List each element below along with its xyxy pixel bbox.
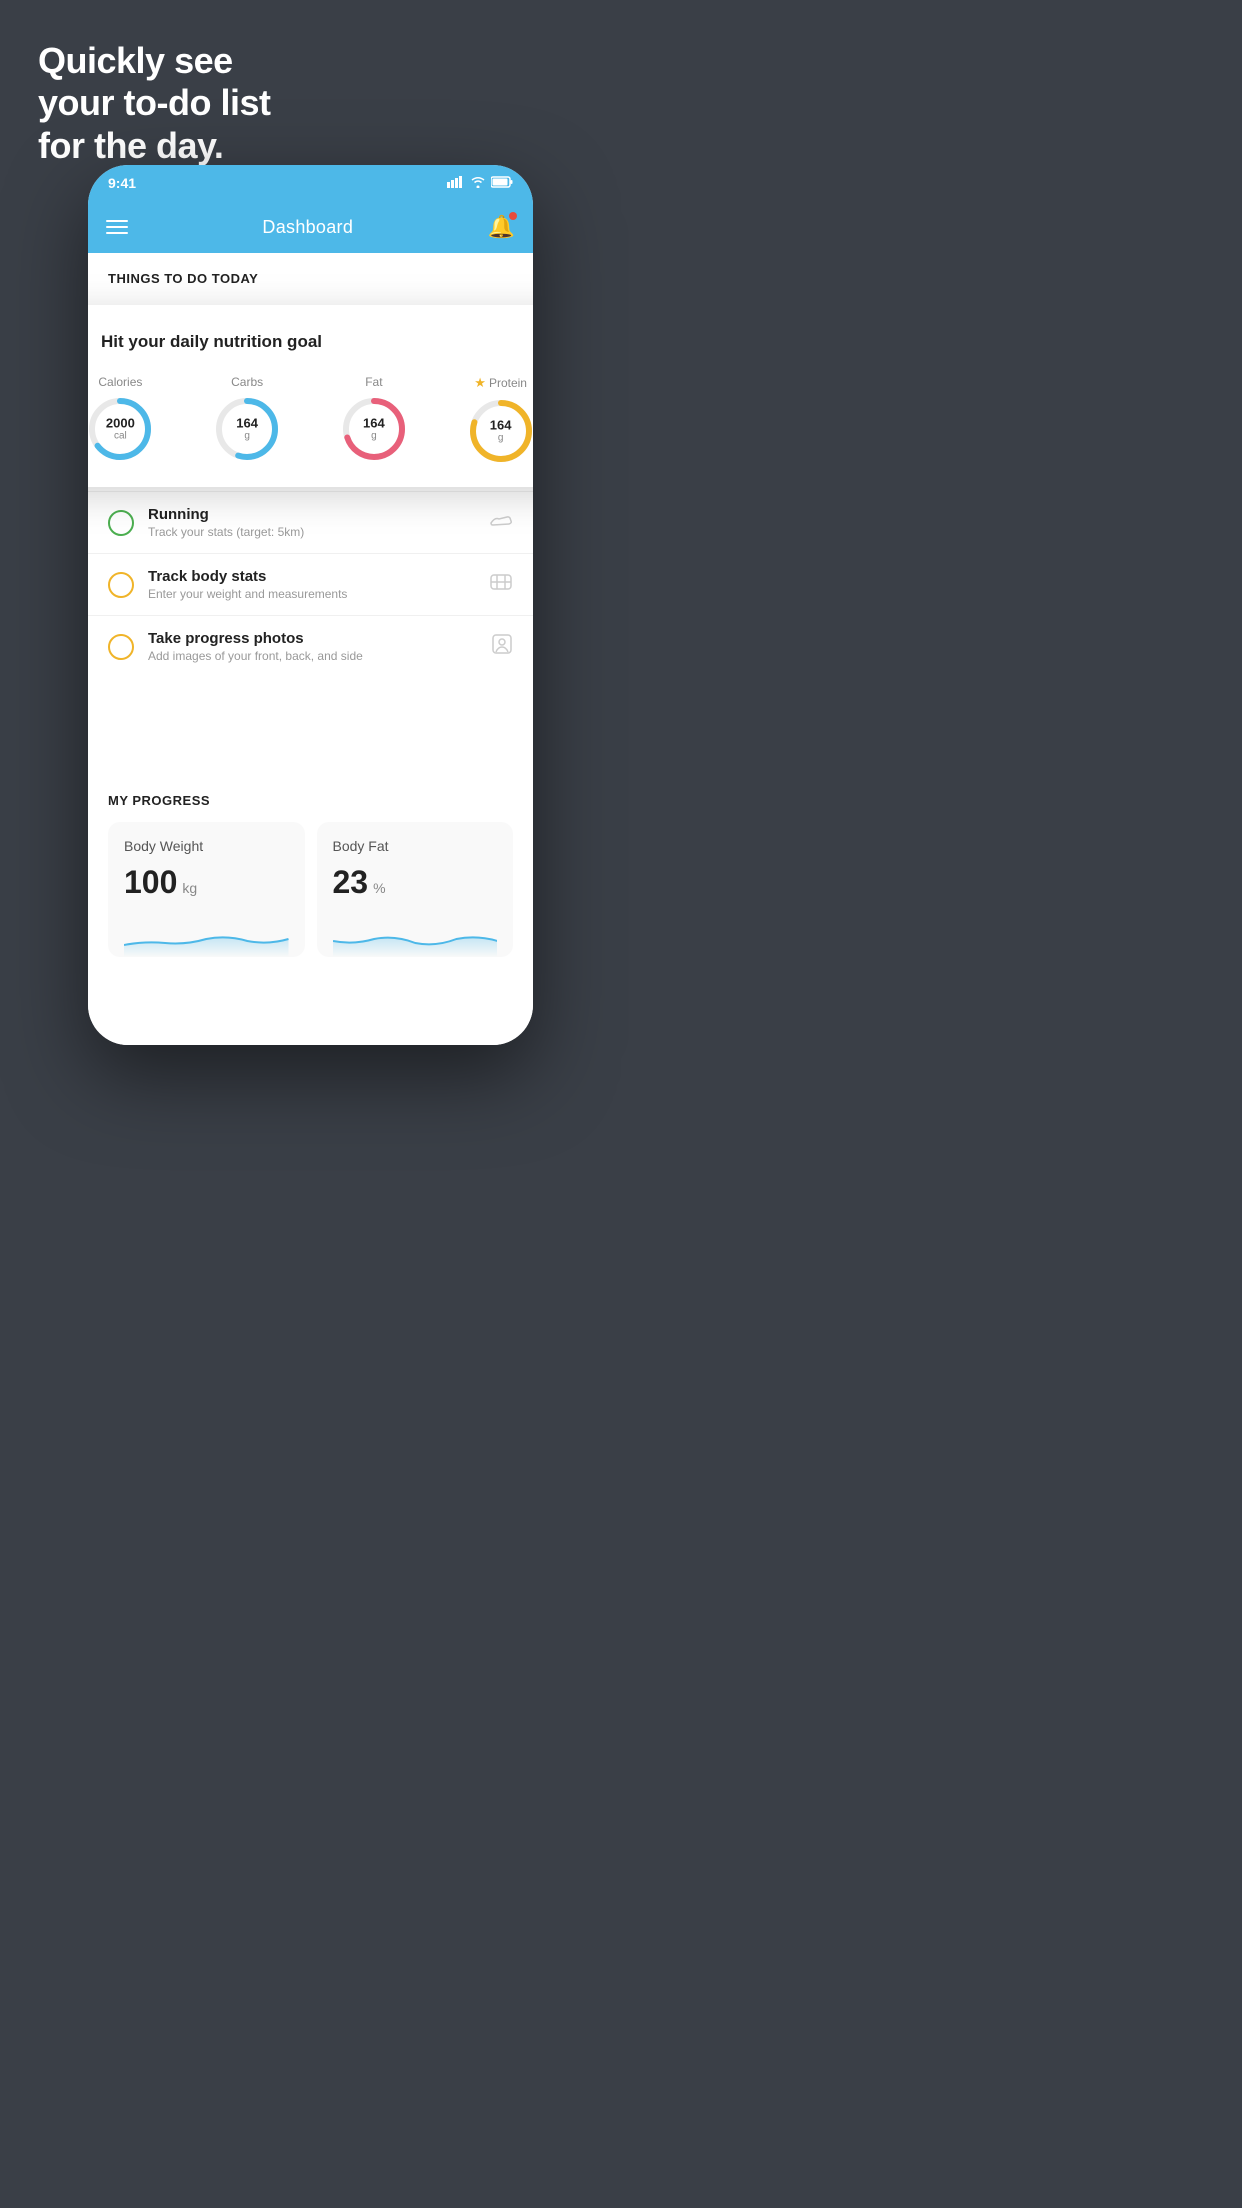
carbs-donut: 164 g (213, 395, 281, 463)
todo-sub-running: Track your stats (target: 5km) (148, 525, 475, 539)
body-fat-unit: % (373, 880, 385, 896)
body-weight-card: Body Weight 100 kg (108, 822, 305, 957)
todo-circle-photos (108, 634, 134, 660)
nutrition-protein: ★ Protein 164 g (467, 375, 533, 465)
bell-notification-dot (509, 212, 517, 220)
content-area: THINGS TO DO TODAY Hit your daily nutrit… (88, 253, 533, 1045)
todo-title-photos: Take progress photos (148, 630, 477, 647)
nav-title: Dashboard (262, 217, 353, 238)
todo-circle-running (108, 510, 134, 536)
calories-unit: cal (106, 431, 135, 442)
todo-item-running[interactable]: Running Track your stats (target: 5km) (88, 491, 533, 553)
body-weight-unit: kg (182, 880, 197, 896)
todo-sub-body-stats: Enter your weight and measurements (148, 587, 475, 601)
todo-item-body-stats[interactable]: Track body stats Enter your weight and m… (88, 553, 533, 615)
wifi-icon (470, 176, 486, 191)
body-fat-title: Body Fat (333, 838, 498, 854)
body-weight-value: 100 (124, 864, 177, 901)
todo-text-body-stats: Track body stats Enter your weight and m… (148, 568, 475, 601)
carbs-unit: g (236, 431, 258, 442)
todo-title-running: Running (148, 506, 475, 523)
todo-circle-body-stats (108, 572, 134, 598)
nav-bar: Dashboard 🔔 (88, 201, 533, 253)
carbs-value: 164 (236, 416, 258, 430)
todo-text-running: Running Track your stats (target: 5km) (148, 506, 475, 539)
fat-donut: 164 g (340, 395, 408, 463)
phone-shell: 9:41 Dashboard 🔔 THINGS TO DO TODAY (88, 165, 533, 1045)
battery-icon (491, 176, 513, 191)
nutrition-fat: Fat 164 g (340, 375, 408, 463)
calories-value: 2000 (106, 416, 135, 430)
fat-label: Fat (365, 375, 382, 389)
menu-icon[interactable] (106, 220, 128, 234)
progress-section: MY PROGRESS Body Weight 100 kg (88, 793, 533, 957)
star-icon: ★ (474, 375, 486, 391)
signal-icon (447, 176, 465, 191)
todo-text-photos: Take progress photos Add images of your … (148, 630, 477, 663)
fat-value: 164 (363, 416, 385, 430)
todo-list: Running Track your stats (target: 5km) T… (88, 491, 533, 677)
body-fat-value: 23 (333, 864, 369, 901)
body-weight-chart (124, 917, 289, 957)
scale-icon (489, 572, 513, 598)
todo-sub-photos: Add images of your front, back, and side (148, 649, 477, 663)
calories-label: Calories (98, 375, 142, 389)
hero-line1: Quickly see (38, 40, 270, 82)
protein-donut: 164 g (467, 397, 533, 465)
nutrition-card-title: Hit your daily nutrition goal (101, 332, 322, 352)
hero-text: Quickly see your to-do list for the day. (38, 40, 270, 167)
body-fat-chart (333, 917, 498, 957)
body-fat-card: Body Fat 23 % (317, 822, 514, 957)
carbs-label: Carbs (231, 375, 263, 389)
section-header-today: THINGS TO DO TODAY (88, 253, 533, 296)
todo-item-photos[interactable]: Take progress photos Add images of your … (88, 615, 533, 677)
body-fat-value-row: 23 % (333, 864, 498, 901)
protein-unit: g (490, 433, 512, 444)
fat-unit: g (363, 431, 385, 442)
person-icon (491, 633, 513, 661)
progress-cards: Body Weight 100 kg Body (108, 822, 513, 957)
progress-header: MY PROGRESS (108, 793, 513, 808)
body-weight-title: Body Weight (124, 838, 289, 854)
status-time: 9:41 (108, 175, 136, 191)
nutrition-carbs: Carbs 164 g (213, 375, 281, 463)
hero-line3: for the day. (38, 125, 270, 167)
protein-label: ★ Protein (474, 375, 527, 391)
hero-line2: your to-do list (38, 82, 270, 124)
shoe-icon (489, 511, 513, 535)
body-weight-value-row: 100 kg (124, 864, 289, 901)
protein-value: 164 (490, 418, 512, 432)
calories-donut: 2000 cal (88, 395, 154, 463)
nutrition-row: Calories 2000 cal Carbs (88, 375, 533, 465)
status-icons (447, 176, 513, 191)
nutrition-card: Hit your daily nutrition goal Calories 2… (88, 305, 533, 487)
nutrition-calories: Calories 2000 cal (88, 375, 154, 463)
todo-title-body-stats: Track body stats (148, 568, 475, 585)
bell-icon[interactable]: 🔔 (488, 214, 515, 240)
status-bar: 9:41 (88, 165, 533, 201)
